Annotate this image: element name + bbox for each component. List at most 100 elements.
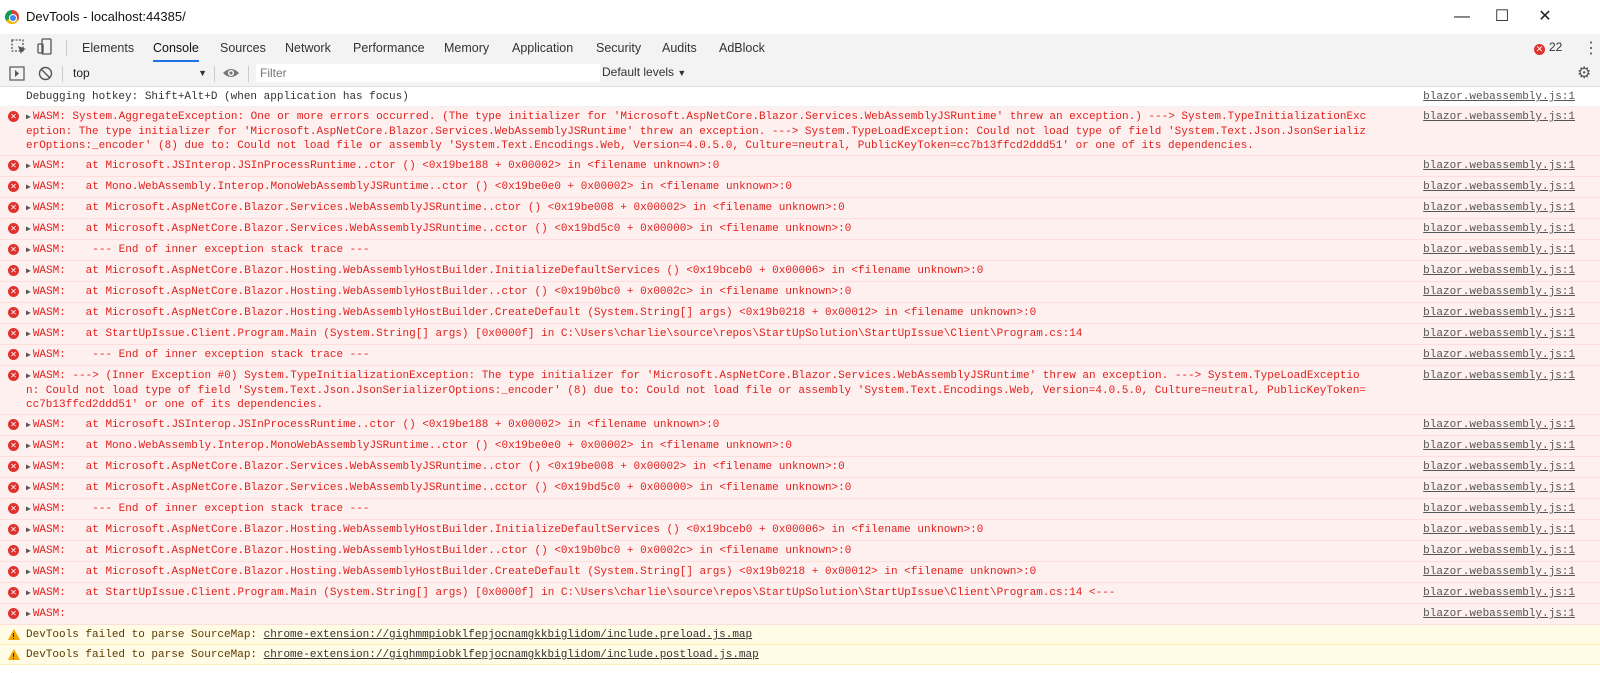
expand-arrow-icon[interactable]: ▶ bbox=[26, 288, 31, 297]
console-message-error: ✕ ▶ WASM: at Microsoft.AspNetCore.Blazor.H… bbox=[0, 303, 1600, 324]
expand-arrow-icon[interactable]: ▶ bbox=[26, 204, 31, 213]
source-link[interactable]: blazor.webassembly.js:1 bbox=[1423, 439, 1575, 453]
source-link[interactable]: blazor.webassembly.js:1 bbox=[1423, 201, 1575, 215]
expand-arrow-icon[interactable]: ▶ bbox=[26, 267, 31, 276]
source-link[interactable]: blazor.webassembly.js:1 bbox=[1423, 285, 1575, 299]
expand-arrow-icon[interactable]: ▶ bbox=[26, 330, 31, 339]
context-value: top bbox=[73, 66, 90, 80]
sourcemap-link[interactable]: chrome-extension://gighmmpiobklfepjocnam… bbox=[264, 649, 759, 661]
maximize-icon[interactable]: ☐ bbox=[1490, 6, 1514, 28]
message-text: WASM: at StartUpIssue.Client.Program.Mai… bbox=[32, 328, 1083, 340]
error-icon: ✕ bbox=[8, 223, 19, 234]
source-link[interactable]: blazor.webassembly.js:1 bbox=[1423, 90, 1575, 104]
source-link[interactable]: blazor.webassembly.js:1 bbox=[1423, 264, 1575, 278]
expand-arrow-icon[interactable]: ▶ bbox=[26, 547, 31, 556]
tab-sources[interactable]: Sources bbox=[220, 34, 266, 62]
clear-console-icon[interactable] bbox=[38, 66, 53, 81]
expand-arrow-icon[interactable]: ▶ bbox=[26, 442, 31, 451]
tab-audits[interactable]: Audits bbox=[662, 34, 697, 62]
source-link[interactable]: blazor.webassembly.js:1 bbox=[1423, 418, 1575, 432]
expand-arrow-icon[interactable]: ▶ bbox=[26, 526, 31, 535]
source-link[interactable]: blazor.webassembly.js:1 bbox=[1423, 180, 1575, 194]
error-icon: ✕ bbox=[8, 202, 19, 213]
error-icon: ✕ bbox=[8, 328, 19, 339]
sourcemap-link[interactable]: chrome-extension://gighmmpiobklfepjocnam… bbox=[264, 629, 752, 641]
tab-application[interactable]: Application bbox=[512, 34, 573, 62]
expand-arrow-icon[interactable]: ▶ bbox=[26, 372, 31, 381]
source-link[interactable]: blazor.webassembly.js:1 bbox=[1423, 306, 1575, 320]
error-icon: ✕ bbox=[8, 265, 19, 276]
tab-elements[interactable]: Elements bbox=[82, 34, 134, 62]
message-text: WASM: --- End of inner exception stack t… bbox=[32, 244, 370, 256]
console-message-error: ✕ ▶ WASM: at Mono.WebAssembly.Interop.Mono… bbox=[0, 177, 1600, 198]
console-messages: Debugging hotkey: Shift+Alt+D (when appl… bbox=[0, 87, 1600, 673]
sidebar-toggle-icon[interactable] bbox=[9, 66, 25, 81]
expand-arrow-icon[interactable]: ▶ bbox=[26, 351, 31, 360]
tab-memory[interactable]: Memory bbox=[444, 34, 489, 62]
tab-security[interactable]: Security bbox=[596, 34, 641, 62]
source-link[interactable]: blazor.webassembly.js:1 bbox=[1423, 607, 1575, 621]
expand-arrow-icon[interactable]: ▶ bbox=[26, 463, 31, 472]
source-link[interactable]: blazor.webassembly.js:1 bbox=[1423, 159, 1575, 173]
log-levels-dropdown[interactable]: Default levels ▼ bbox=[602, 65, 686, 79]
minimize-icon[interactable]: — bbox=[1450, 6, 1474, 28]
expand-arrow-icon[interactable]: ▶ bbox=[26, 246, 31, 255]
expand-arrow-icon[interactable]: ▶ bbox=[26, 309, 31, 318]
context-selector[interactable]: top ▼ bbox=[68, 64, 211, 83]
console-message-error: ✕ ▶ WASM: ---> (Inner Exception #0) System… bbox=[0, 366, 1600, 415]
tab-adblock[interactable]: AdBlock bbox=[719, 34, 765, 62]
error-icon: ✕ bbox=[8, 608, 19, 619]
source-link[interactable]: blazor.webassembly.js:1 bbox=[1423, 369, 1575, 383]
close-icon[interactable]: ✕ bbox=[1533, 6, 1557, 28]
source-link[interactable]: blazor.webassembly.js:1 bbox=[1423, 222, 1575, 236]
error-icon: ✕ bbox=[8, 349, 19, 360]
source-link[interactable]: blazor.webassembly.js:1 bbox=[1423, 110, 1575, 124]
filter-input[interactable] bbox=[256, 64, 600, 82]
expand-arrow-icon[interactable]: ▶ bbox=[26, 610, 31, 619]
source-link[interactable]: blazor.webassembly.js:1 bbox=[1423, 523, 1575, 537]
error-count-badge[interactable]: ✕ 22 bbox=[1534, 40, 1562, 55]
source-link[interactable]: blazor.webassembly.js:1 bbox=[1423, 243, 1575, 257]
expand-arrow-icon[interactable]: ▶ bbox=[26, 113, 31, 122]
tab-network[interactable]: Network bbox=[285, 34, 331, 62]
more-options-icon[interactable]: ⋮ bbox=[1583, 38, 1599, 58]
message-text: DevTools failed to parse SourceMap: bbox=[26, 649, 264, 661]
message-text: WASM: at Microsoft.AspNetCore.Blazor.Hos… bbox=[32, 265, 984, 277]
expand-arrow-icon[interactable]: ▶ bbox=[26, 568, 31, 577]
inspect-element-icon[interactable] bbox=[10, 38, 28, 56]
console-message-error: ✕ ▶ WASM: at Microsoft.AspNetCore.Blazor.S… bbox=[0, 457, 1600, 478]
device-toolbar-icon[interactable] bbox=[36, 38, 54, 56]
expand-arrow-icon[interactable]: ▶ bbox=[26, 421, 31, 430]
message-text: WASM: bbox=[32, 608, 66, 620]
expand-arrow-icon[interactable]: ▶ bbox=[26, 225, 31, 234]
tab-console[interactable]: Console bbox=[153, 34, 199, 62]
chrome-logo-icon bbox=[5, 10, 19, 24]
toolbar-divider bbox=[66, 40, 67, 56]
expand-arrow-icon[interactable]: ▶ bbox=[26, 162, 31, 171]
error-icon: ✕ bbox=[8, 307, 19, 318]
message-text: WASM: --- End of inner exception stack t… bbox=[32, 349, 370, 361]
source-link[interactable]: blazor.webassembly.js:1 bbox=[1423, 586, 1575, 600]
console-message-error: ✕ ▶ WASM: blazor.webassembly.js:1 bbox=[0, 604, 1600, 625]
source-link[interactable]: blazor.webassembly.js:1 bbox=[1423, 481, 1575, 495]
error-icon: ✕ bbox=[8, 482, 19, 493]
expand-arrow-icon[interactable]: ▶ bbox=[26, 183, 31, 192]
source-link[interactable]: blazor.webassembly.js:1 bbox=[1423, 544, 1575, 558]
window-title-bar: DevTools - localhost:44385/ — ☐ ✕ bbox=[0, 0, 1600, 35]
console-message-error: ✕ ▶ WASM: at Microsoft.AspNetCore.Blazor.H… bbox=[0, 520, 1600, 541]
source-link[interactable]: blazor.webassembly.js:1 bbox=[1423, 502, 1575, 516]
expand-arrow-icon[interactable]: ▶ bbox=[26, 589, 31, 598]
source-link[interactable]: blazor.webassembly.js:1 bbox=[1423, 348, 1575, 362]
gear-icon[interactable]: ⚙ bbox=[1577, 63, 1591, 83]
error-icon: ✕ bbox=[8, 160, 19, 171]
source-link[interactable]: blazor.webassembly.js:1 bbox=[1423, 565, 1575, 579]
tab-performance[interactable]: Performance bbox=[353, 34, 425, 62]
expand-arrow-icon[interactable]: ▶ bbox=[26, 505, 31, 514]
source-link[interactable]: blazor.webassembly.js:1 bbox=[1423, 460, 1575, 474]
dropdown-arrow-icon: ▼ bbox=[677, 68, 687, 78]
expand-arrow-icon[interactable]: ▶ bbox=[26, 484, 31, 493]
warning-icon bbox=[8, 629, 20, 644]
source-link[interactable]: blazor.webassembly.js:1 bbox=[1423, 327, 1575, 341]
live-expression-eye-icon[interactable] bbox=[222, 67, 240, 79]
console-prompt[interactable]: › bbox=[0, 665, 1600, 673]
